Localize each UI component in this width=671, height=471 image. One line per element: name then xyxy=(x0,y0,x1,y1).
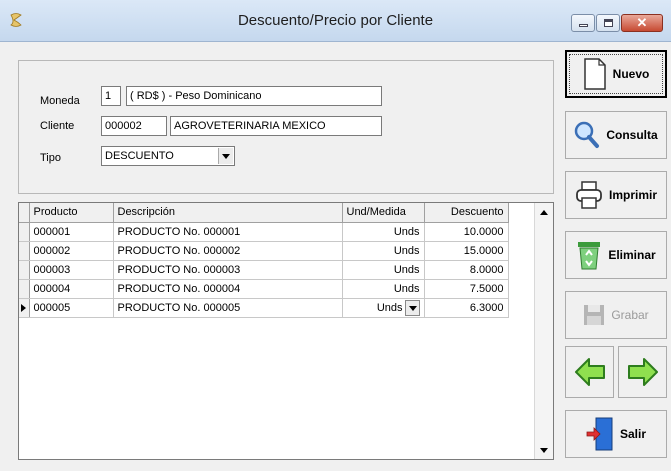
cell-producto[interactable]: 000001 xyxy=(29,222,114,242)
tipo-select-value: DESCUENTO xyxy=(105,150,174,162)
table-row[interactable]: 000003 PRODUCTO No. 000003 Unds 8.0000 xyxy=(19,260,509,280)
grabar-label: Grabar xyxy=(611,308,649,322)
row-selector[interactable] xyxy=(19,279,30,299)
current-row-pointer-icon xyxy=(21,303,26,312)
cell-und-medida-dropdown[interactable]: Unds xyxy=(342,298,425,318)
moneda-label: Moneda xyxy=(40,95,80,107)
scroll-down-icon[interactable] xyxy=(535,441,553,459)
cliente-code-field[interactable]: 000002 xyxy=(101,116,167,136)
previous-button[interactable] xyxy=(565,346,614,398)
cell-descripcion[interactable]: PRODUCTO No. 000004 xyxy=(113,279,343,299)
imprimir-button[interactable]: Imprimir xyxy=(565,171,667,219)
table-row-current[interactable]: 000005 PRODUCTO No. 000005 Unds 6.3000 xyxy=(19,298,509,318)
moneda-description-field[interactable]: ( RD$ ) - Peso Dominicano xyxy=(126,86,382,106)
column-header-descuento[interactable]: Descuento xyxy=(424,203,509,223)
imprimir-label: Imprimir xyxy=(608,188,657,202)
moneda-code-field[interactable]: 1 xyxy=(101,86,121,106)
exit-door-icon xyxy=(586,417,613,451)
nuevo-button[interactable]: Nuevo xyxy=(565,50,667,98)
eliminar-button[interactable]: Eliminar xyxy=(565,231,667,279)
close-button[interactable]: ✕ xyxy=(621,14,663,32)
table-row[interactable]: 000002 PRODUCTO No. 000002 Unds 15.0000 xyxy=(19,241,509,261)
cell-descuento[interactable]: 15.0000 xyxy=(424,241,509,261)
nuevo-label: Nuevo xyxy=(612,67,650,81)
next-button[interactable] xyxy=(618,346,667,398)
title-bar[interactable]: Descuento/Precio por Cliente ✕ xyxy=(0,0,671,42)
cell-und-medida[interactable]: Unds xyxy=(342,279,425,299)
close-icon: ✕ xyxy=(636,15,648,30)
cell-und-medida[interactable]: Unds xyxy=(342,222,425,242)
cell-descripcion[interactable]: PRODUCTO No. 000002 xyxy=(113,241,343,261)
tipo-label: Tipo xyxy=(40,152,61,164)
cell-und-medida-value: Unds xyxy=(376,301,403,314)
cliente-name-field[interactable]: AGROVETERINARIA MEXICO xyxy=(170,116,382,136)
vertical-scrollbar[interactable] xyxy=(534,203,553,459)
row-selector[interactable] xyxy=(19,241,30,261)
cell-producto[interactable]: 000003 xyxy=(29,260,114,280)
cell-descuento[interactable]: 7.5000 xyxy=(424,279,509,299)
cell-descuento[interactable]: 10.0000 xyxy=(424,222,509,242)
table-row[interactable]: 000004 PRODUCTO No. 000004 Unds 7.5000 xyxy=(19,279,509,299)
eliminar-label: Eliminar xyxy=(608,248,656,262)
chevron-down-icon[interactable] xyxy=(218,148,233,164)
products-grid[interactable]: Producto Descripción Und/Medida Descuent… xyxy=(18,202,554,460)
minimize-icon xyxy=(579,24,588,27)
row-selector[interactable] xyxy=(19,260,30,280)
cell-producto[interactable]: 000002 xyxy=(29,241,114,261)
cell-und-medida[interactable]: Unds xyxy=(342,241,425,261)
consulta-button[interactable]: Consulta xyxy=(565,111,667,159)
tipo-select[interactable]: DESCUENTO xyxy=(101,146,235,166)
save-disk-icon xyxy=(584,305,605,325)
cell-descripcion[interactable]: PRODUCTO No. 000003 xyxy=(113,260,343,280)
new-document-icon xyxy=(583,58,606,90)
row-header-corner xyxy=(19,203,30,223)
cliente-label: Cliente xyxy=(40,120,75,132)
maximize-button[interactable] xyxy=(596,14,620,32)
arrow-left-icon xyxy=(574,358,605,386)
chevron-down-icon[interactable] xyxy=(404,299,420,316)
printer-icon xyxy=(576,181,602,209)
cell-producto[interactable]: 000004 xyxy=(29,279,114,299)
cell-descripcion[interactable]: PRODUCTO No. 000005 xyxy=(113,298,343,318)
salir-button[interactable]: Salir xyxy=(565,410,667,458)
table-row[interactable]: 000001 PRODUCTO No. 000001 Unds 10.0000 xyxy=(19,222,509,242)
cell-descripcion[interactable]: PRODUCTO No. 000001 xyxy=(113,222,343,242)
recycle-bin-icon xyxy=(578,242,601,270)
grabar-button[interactable]: Grabar xyxy=(565,291,667,339)
row-selector[interactable] xyxy=(19,298,30,318)
cell-und-medida[interactable]: Unds xyxy=(342,260,425,280)
search-icon xyxy=(575,121,600,148)
grid-header-row: Producto Descripción Und/Medida Descuent… xyxy=(19,203,509,223)
arrow-right-icon xyxy=(627,358,658,386)
scroll-up-icon[interactable] xyxy=(535,203,553,221)
cell-descuento[interactable]: 8.0000 xyxy=(424,260,509,280)
cell-producto[interactable]: 000005 xyxy=(29,298,114,318)
salir-label: Salir xyxy=(619,427,646,441)
minimize-button[interactable] xyxy=(571,14,595,32)
row-selector[interactable] xyxy=(19,222,30,242)
cell-descuento[interactable]: 6.3000 xyxy=(424,298,509,318)
consulta-label: Consulta xyxy=(606,128,658,142)
column-header-descripcion[interactable]: Descripción xyxy=(113,203,343,223)
column-header-producto[interactable]: Producto xyxy=(29,203,114,223)
column-header-und-medida[interactable]: Und/Medida xyxy=(342,203,425,223)
maximize-icon xyxy=(604,19,613,27)
